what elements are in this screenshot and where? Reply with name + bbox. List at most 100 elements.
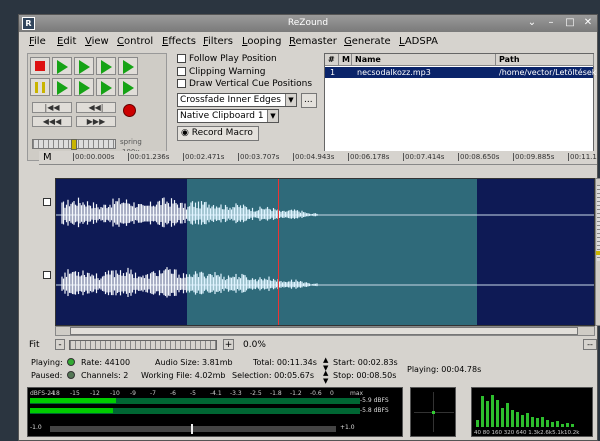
clipboard-select[interactable]: Native Clipboard 1 ▼ [177,109,279,123]
play-selection-icon [101,60,112,74]
ruler-tick-label: 00:06.178s [348,153,390,161]
marker-label: M [43,152,52,163]
meter-scale-label: -18 [50,390,60,397]
zoom-reset-button[interactable]: -- [583,339,597,350]
title-bar[interactable]: R ReZound ⌄ – □ ✕ [19,15,597,32]
minimize-icon[interactable]: – [545,18,557,29]
play-from-start-button[interactable] [52,78,72,96]
ruler-tick-label: 00:03.707s [238,153,280,161]
col-header-num[interactable]: # [325,54,339,66]
spectrum-band-bar [541,417,544,427]
zoom-slider[interactable] [69,340,217,350]
follow-play-checkbox[interactable]: Follow Play Position [177,54,315,66]
chevron-down-icon[interactable]: ▼ [285,94,296,106]
meter-scale-label: -10 [110,390,120,397]
checkbox-box[interactable] [177,67,186,76]
stop-text: Stop: 00:08.50s [333,371,397,380]
horizontal-scrollbar[interactable] [55,326,595,336]
zoom-in-button[interactable]: + [223,339,234,350]
zoom-percent: 0.0% [243,340,266,350]
menu-control[interactable]: Control [117,36,153,47]
crossfade-value: Crossfade Inner Edges [180,95,281,105]
zoom-out-button[interactable]: - [55,339,65,350]
crossfade-settings-button[interactable]: ... [301,93,317,108]
playing-label: Playing: [31,358,63,367]
audio-size-text: Audio Size: 3.81mb [155,358,233,367]
jump-to-start-button[interactable]: |◀◀ [32,102,72,113]
play-all-once-button[interactable] [52,57,72,75]
ruler-tick-label: 00:11.1 [568,153,597,161]
menu-remaster[interactable]: Remaster [289,36,337,47]
menu-icon[interactable]: ⌄ [526,18,538,29]
channel-2-toggle[interactable] [43,271,51,279]
col-header-name[interactable]: Name [352,54,496,66]
draw-cues-label: Draw Vertical Cue Positions [189,79,313,89]
menu-filters[interactable]: Filters [203,36,233,47]
meter-scale-label: -2.5 [250,390,262,397]
ruler-tick-label: 00:02.471s [183,153,225,161]
menu-view[interactable]: View [85,36,109,47]
menu-edit[interactable]: Edit [57,36,76,47]
shuttle-knob[interactable] [71,139,77,150]
record-button[interactable] [123,104,136,117]
menu-generate[interactable]: Generate [344,36,391,47]
spectrum-analyzer: 40 80 160 320 640 1.3k2.6k5.1k10.2k [471,387,593,437]
checkbox-box[interactable] [177,54,186,63]
menu-effects[interactable]: Effects [162,36,196,47]
vertical-zoom-scrollbar[interactable] [595,178,600,326]
meter-scale-label: max [350,390,364,397]
ruler-tick-label: 00:08.650s [458,153,500,161]
selection-text: Selection: 00:05.67s [232,371,315,380]
window-title: ReZound [287,18,329,28]
play-loop-gap-button[interactable] [74,78,94,96]
play-selection-loop-gap-button[interactable] [118,78,138,96]
shuttle-slider[interactable] [32,139,116,150]
play-selection-loop-button[interactable] [118,57,138,75]
play-all-loop-button[interactable] [74,57,94,75]
scrollbar-thumb[interactable] [70,327,578,335]
pause-button[interactable] [30,78,50,96]
menu-ladspa[interactable]: LADSPA [399,36,438,47]
col-header-m[interactable]: M [339,54,352,66]
play-selection-gap-button[interactable] [96,78,116,96]
draw-cues-checkbox[interactable]: Draw Vertical Cue Positions [177,79,327,91]
close-icon[interactable]: ✕ [582,18,594,29]
seek-backward-button[interactable]: ◀◀◀ [32,116,72,127]
waveform-svg [56,197,594,298]
fit-button[interactable]: Fit [29,340,40,350]
chevron-down-icon[interactable]: ▼ [267,110,278,122]
spring-label: spring [120,138,142,146]
spectrum-band-bar [496,400,499,427]
level-meters: -5.9 dBFS -5.8 dBFS -1.0 +1.0 dBFS-24 -18… [27,387,403,437]
spectrum-band-bar [566,423,569,427]
checkbox-box[interactable] [177,79,186,88]
maximize-icon[interactable]: □ [564,18,576,29]
col-header-path[interactable]: Path [496,54,594,66]
meter-scale-label: -7 [150,390,156,397]
meter-scale-label: -1.2 [290,390,302,397]
crossfade-select[interactable]: Crossfade Inner Edges ▼ [177,93,297,107]
channel-1-toggle[interactable] [43,198,51,206]
jump-to-prev-cue-button[interactable]: ◀◀| [76,102,116,113]
menu-looping[interactable]: Looping [242,36,281,47]
spectrum-band-bar [501,408,504,427]
spectrum-band-bar [481,396,484,427]
transport-panel: |◀◀ ◀◀| ◀◀◀ ▶▶▶ 1x spring 100x [27,53,167,161]
table-row[interactable]: 1 necsodalkozz.mp3 /home/vector/Letöltés… [325,67,596,78]
stop-spinner-icon[interactable]: ▲ ▼ [323,369,328,385]
play-selection-once-button[interactable] [96,57,116,75]
stop-icon [35,61,45,71]
seek-forward-button[interactable]: ▶▶▶ [76,116,116,127]
meter-scale-label: -9 [130,390,136,397]
menu-bar: File Edit View Control Effects Filters L… [19,33,597,49]
waveform-view[interactable] [55,178,595,326]
record-macro-button[interactable]: ◉ Record Macro [177,126,259,141]
ch1-db-readout: -5.9 dBFS [360,397,389,404]
time-ruler[interactable]: M 00:00.000s 00:01.236s 00:02.471s 00:03.70… [39,151,597,165]
menu-file[interactable]: File [29,36,46,47]
vertical-zoom-knob[interactable] [596,251,600,255]
clipping-warning-checkbox[interactable]: Clipping Warning [177,67,315,79]
follow-play-label: Follow Play Position [189,54,277,64]
stop-button[interactable] [30,57,50,75]
open-files-list[interactable]: # M Name Path 1 necsodalkozz.mp3 /home/v… [324,53,596,161]
